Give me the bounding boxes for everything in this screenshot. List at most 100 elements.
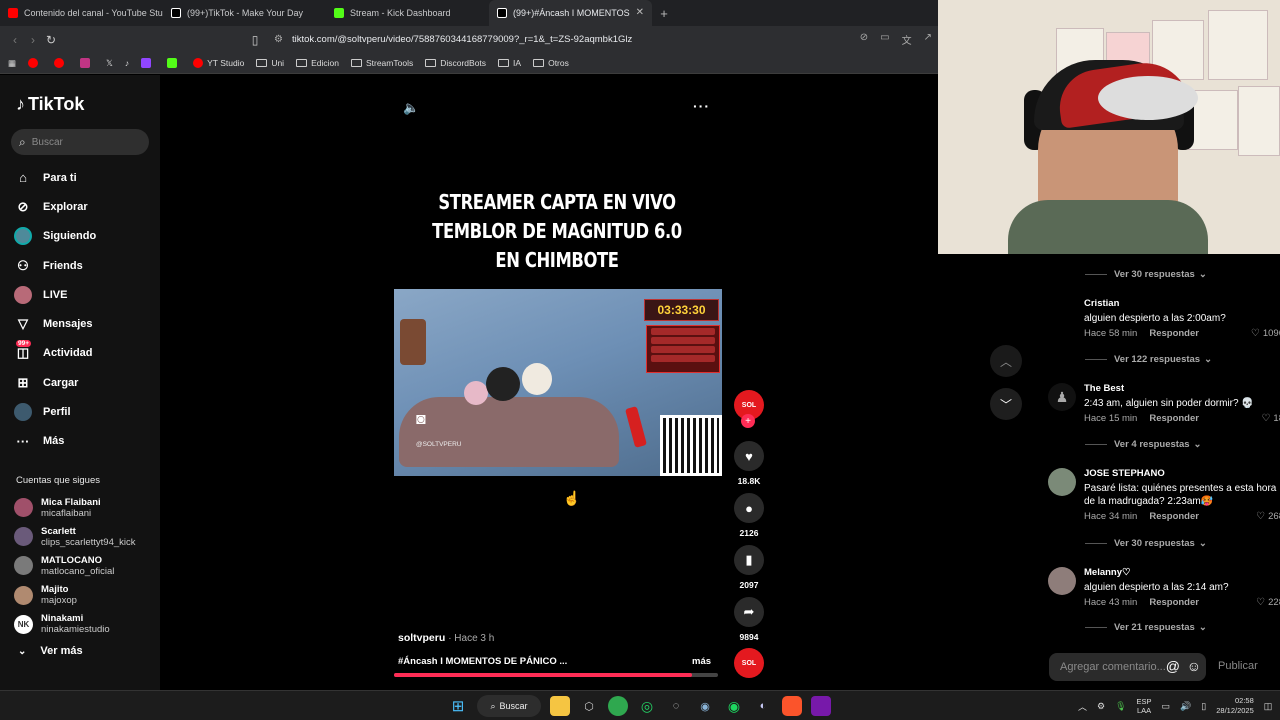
sidebar-item-actividad[interactable]: ◫ 99+ Actividad bbox=[14, 339, 96, 368]
comment-button[interactable]: ● 2126 bbox=[733, 493, 765, 538]
emoji-icon[interactable]: ☺ bbox=[1187, 658, 1201, 674]
more-options-icon[interactable]: ··· bbox=[693, 98, 710, 114]
bookmark-button[interactable]: ▮ 2097 bbox=[733, 545, 765, 590]
bookmark-yt-studio[interactable]: YT Studio bbox=[193, 58, 244, 68]
windows-start-icon[interactable]: ⊞ bbox=[448, 696, 468, 716]
file-explorer-icon[interactable] bbox=[550, 696, 570, 716]
brave-browser-icon[interactable] bbox=[782, 696, 802, 716]
comment-input[interactable]: Agregar comentario... @ ☺ bbox=[1049, 653, 1206, 681]
tab-active-video[interactable]: (99+)#Áncash I MOMENTOS DE PÁNICO ✕ bbox=[489, 0, 652, 26]
following-account[interactable]: MATLOCANO matlocano_oficial bbox=[14, 551, 136, 580]
following-account[interactable]: Mica Flaibani micaflaibani bbox=[14, 493, 136, 522]
app-icon[interactable] bbox=[608, 696, 628, 716]
bookmark-youtube2-icon[interactable] bbox=[54, 58, 68, 68]
bookmark-folder-uni[interactable]: Uni bbox=[256, 58, 284, 68]
bookmark-folder-otros[interactable]: Otros bbox=[533, 58, 569, 68]
bookmark-instagram-icon[interactable] bbox=[80, 58, 94, 68]
reload-button[interactable]: ↻ bbox=[42, 33, 60, 47]
tray-app-icon[interactable]: ⚙ bbox=[1097, 701, 1105, 712]
site-settings-icon[interactable]: ⚙ bbox=[274, 34, 292, 45]
speaker-icon[interactable]: 🔊 bbox=[1180, 701, 1191, 712]
reply-button[interactable]: Responder bbox=[1149, 413, 1199, 425]
bookmark-tiktok-icon[interactable]: ♪ bbox=[125, 58, 129, 68]
avatar[interactable]: ♟ bbox=[1048, 383, 1076, 411]
discord-icon[interactable]: ◐ bbox=[753, 696, 773, 716]
comment-like-button[interactable]: ♡1096 bbox=[1251, 328, 1280, 340]
tab-kick-dashboard[interactable]: Stream - Kick Dashboard bbox=[326, 0, 489, 26]
avatar[interactable] bbox=[1048, 468, 1076, 496]
sidebar-item-para-ti[interactable]: ⌂ Para ti bbox=[14, 163, 96, 192]
sidebar-item-perfil[interactable]: Perfil bbox=[14, 397, 96, 426]
tray-chevron-up-icon[interactable]: ︿ bbox=[1078, 700, 1087, 713]
volume-icon[interactable]: 🔈 bbox=[403, 100, 419, 116]
onenote-icon[interactable] bbox=[811, 696, 831, 716]
battery-icon[interactable]: ▯ bbox=[1201, 701, 1206, 712]
comment-like-button[interactable]: ♡228 bbox=[1256, 597, 1280, 609]
steam-icon[interactable]: ◉ bbox=[695, 696, 715, 716]
tiktok-logo[interactable]: ♪ TikTok bbox=[16, 94, 84, 115]
avatar[interactable] bbox=[1048, 298, 1076, 326]
description-more-link[interactable]: más bbox=[692, 656, 711, 667]
sidebar-item-friends[interactable]: ⚇ Friends bbox=[14, 251, 96, 280]
bookmark-folder-ia[interactable]: IA bbox=[498, 58, 521, 68]
cast-icon[interactable]: ▭ bbox=[880, 32, 889, 47]
whatsapp-icon[interactable]: ◎ bbox=[637, 696, 657, 716]
video-progress-bar[interactable] bbox=[394, 673, 718, 677]
tab-youtube-studio[interactable]: Contenido del canal - YouTube Studio bbox=[0, 0, 163, 26]
comment-like-button[interactable]: ♡268 bbox=[1256, 511, 1280, 523]
following-account[interactable]: Majito majoxop bbox=[14, 581, 136, 610]
bookmark-folder-streamtools[interactable]: StreamTools bbox=[350, 58, 413, 68]
bookmark-page-icon[interactable]: ▯ bbox=[246, 33, 264, 47]
reader-mode-icon[interactable]: ⊘ bbox=[860, 32, 868, 47]
sound-avatar[interactable]: SOL bbox=[734, 648, 764, 678]
translate-icon[interactable]: 文 bbox=[902, 32, 912, 47]
language-indicator[interactable]: ESP LAA bbox=[1137, 697, 1152, 715]
spotify-icon[interactable]: ◉ bbox=[724, 696, 744, 716]
apps-grid-icon[interactable]: ▦ bbox=[8, 58, 16, 69]
view-replies-button[interactable]: Ver 4 respuestas ⌄ bbox=[1085, 439, 1202, 450]
network-icon[interactable]: ▭ bbox=[1162, 701, 1171, 712]
back-button[interactable]: ‹ bbox=[6, 33, 24, 47]
see-more-button[interactable]: ⌄ Ver más bbox=[18, 645, 83, 657]
clock[interactable]: 02:58 28/12/2025 bbox=[1216, 696, 1254, 716]
avatar[interactable] bbox=[1048, 567, 1076, 595]
reply-button[interactable]: Responder bbox=[1149, 511, 1199, 523]
bookmark-x-icon[interactable]: 𝕏 bbox=[106, 58, 113, 69]
like-button[interactable]: ♥ 18.8K bbox=[733, 441, 765, 486]
forward-button[interactable]: › bbox=[24, 33, 42, 47]
bookmark-youtube-icon[interactable] bbox=[28, 58, 42, 68]
tab-tiktok[interactable]: (99+)TikTok - Make Your Day bbox=[163, 0, 326, 26]
view-replies-button[interactable]: Ver 30 respuestas ⌄ bbox=[1085, 269, 1207, 280]
taskbar-search[interactable]: ⌕ Buscar bbox=[477, 695, 541, 717]
bookmark-kick-icon[interactable] bbox=[167, 58, 181, 68]
video-frame[interactable]: 03:33:30 ◙ @SOLTVPERU bbox=[394, 289, 722, 476]
follow-plus-button[interactable]: + bbox=[741, 414, 755, 428]
previous-video-button[interactable]: ︿ bbox=[990, 345, 1022, 377]
app-icon[interactable]: ⬡ bbox=[579, 696, 599, 716]
sidebar-item-cargar[interactable]: ⊞ Cargar bbox=[14, 368, 96, 397]
view-replies-button[interactable]: Ver 30 respuestas ⌄ bbox=[1085, 538, 1207, 549]
view-replies-button[interactable]: Ver 21 respuestas ⌄ bbox=[1085, 622, 1207, 633]
sidebar-item-live[interactable]: LIVE bbox=[14, 280, 96, 309]
sidebar-item-explorar[interactable]: ⊘ Explorar bbox=[14, 192, 96, 221]
following-account[interactable]: NK Ninakami ninakamiestudio bbox=[14, 610, 136, 639]
sidebar-item-mas[interactable]: ··· Más bbox=[14, 427, 96, 456]
new-tab-button[interactable]: + bbox=[652, 0, 676, 26]
bookmark-folder-edicion[interactable]: Edicion bbox=[296, 58, 339, 68]
mention-icon[interactable]: @ bbox=[1166, 658, 1180, 674]
microphone-icon[interactable]: 🎙 bbox=[1115, 701, 1126, 712]
app-icon[interactable]: ◌ bbox=[666, 696, 686, 716]
url-bar[interactable]: ⚙ tiktok.com/@soltvperu/video/7588760344… bbox=[270, 29, 938, 50]
sidebar-item-mensajes[interactable]: ▽ Mensajes bbox=[14, 309, 96, 338]
bookmark-folder-discordbots[interactable]: DiscordBots bbox=[425, 58, 486, 68]
following-account[interactable]: Scarlett clips_scarlettyt94_kick bbox=[14, 522, 136, 551]
publish-button[interactable]: Publicar bbox=[1218, 660, 1258, 672]
view-replies-button[interactable]: Ver 122 respuestas ⌄ bbox=[1085, 354, 1212, 365]
share-page-icon[interactable]: ↗ bbox=[924, 32, 932, 47]
reply-button[interactable]: Responder bbox=[1149, 597, 1199, 609]
search-input[interactable]: ⌕ Buscar bbox=[11, 129, 149, 155]
share-button[interactable]: ➦ 9894 bbox=[733, 597, 765, 642]
next-video-button[interactable]: ﹀ bbox=[990, 388, 1022, 420]
bookmark-twitch-icon[interactable] bbox=[141, 58, 155, 68]
comment-like-button[interactable]: ♡18 bbox=[1261, 413, 1280, 425]
